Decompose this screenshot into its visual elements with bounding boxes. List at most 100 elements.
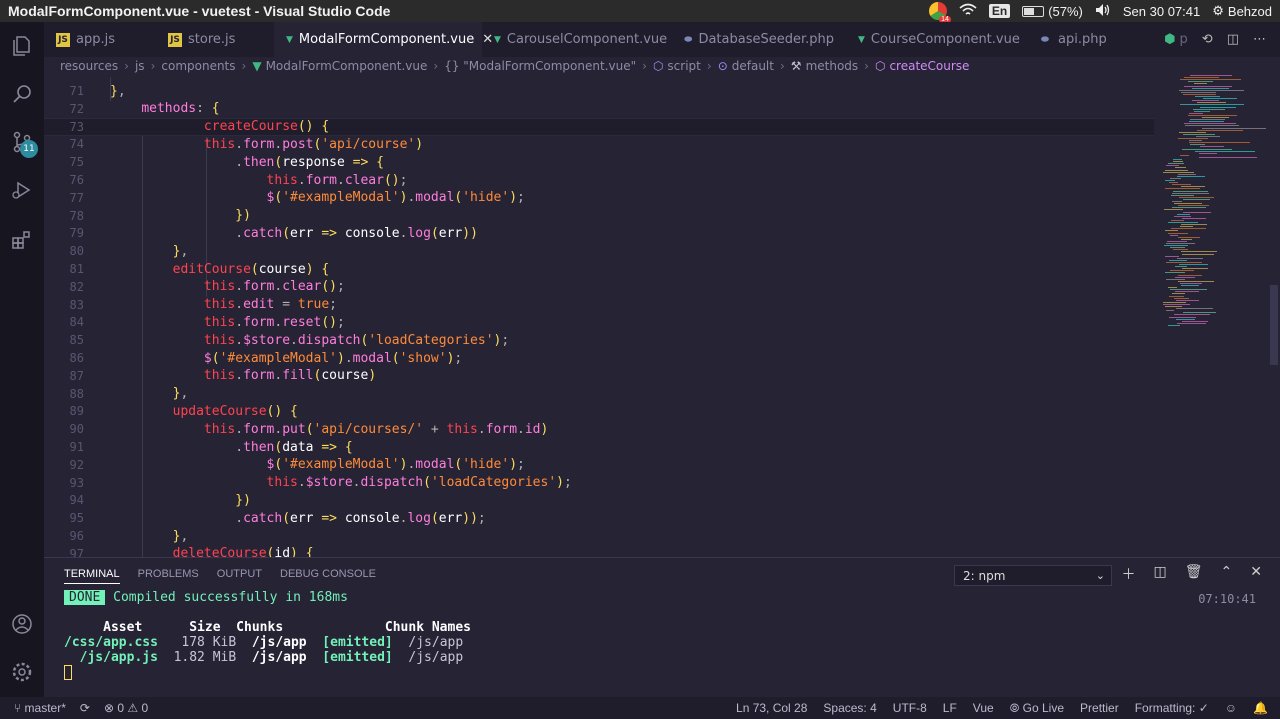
code-line[interactable]: 93 this.$store.dispatch('loadCategories'… (44, 474, 1154, 492)
tab-store-js[interactable]: JS store.js (156, 22, 274, 57)
tab-terminal[interactable]: TERMINAL (64, 568, 120, 584)
code-line[interactable]: 75 .then(response => { (44, 153, 1154, 171)
code-line[interactable]: 81 editCourse(course) { (44, 260, 1154, 278)
user-menu[interactable]: ⚙ Behzod (1212, 3, 1272, 19)
account-icon[interactable] (10, 612, 34, 636)
formatting-status[interactable]: Formatting: ✓ (1135, 701, 1209, 715)
code-line[interactable]: 72 methods: { (44, 100, 1154, 118)
code-text: }, (110, 83, 126, 99)
tab-carousel-component[interactable]: ▼ CarouselComponent.vue (482, 22, 672, 57)
indentation[interactable]: Spaces: 4 (823, 701, 876, 715)
code-line[interactable]: 74 this.form.post('api/course') (44, 135, 1154, 153)
chrome-icon[interactable]: 14 (928, 2, 951, 23)
terminal-output[interactable]: DONE Compiled successfully in 168ms Asse… (64, 590, 471, 680)
search-icon[interactable] (10, 82, 34, 106)
prettier-status[interactable]: Prettier (1080, 701, 1119, 715)
battery-indicator[interactable]: (57%) (1022, 4, 1083, 19)
code-line[interactable]: 91 .then(data => { (44, 438, 1154, 456)
code-line[interactable]: 71}, (44, 82, 1154, 100)
code-line[interactable]: 73 createCourse() { (44, 117, 1154, 136)
trash-icon[interactable]: 🗑 (1185, 564, 1203, 584)
breadcrumb-item[interactable]: createCourse (889, 59, 969, 73)
wifi-icon[interactable] (959, 3, 977, 20)
tab-output[interactable]: OUTPUT (217, 568, 262, 584)
notifications-icon[interactable]: 🔔 (1253, 701, 1268, 715)
compare-icon[interactable]: ⟲ (1202, 32, 1213, 47)
tab-debug-console[interactable]: DEBUG CONSOLE (280, 568, 376, 584)
new-terminal-icon[interactable]: ＋ (1122, 564, 1136, 584)
split-editor-icon[interactable]: ◫ (1227, 32, 1239, 47)
tab-api-php[interactable]: ⬬ api.php (1026, 22, 1126, 57)
line-number: 85 (69, 333, 84, 348)
code-line[interactable]: 95 .catch(err => console.log(err)); (44, 509, 1154, 527)
broadcast-icon: ⦾ (1009, 700, 1020, 715)
panel-tabs: TERMINAL PROBLEMS OUTPUT DEBUG CONSOLE (64, 568, 376, 584)
breadcrumb-item[interactable]: components (161, 59, 235, 73)
code-text: }, (172, 528, 189, 544)
method-icon: ⬡ (874, 59, 886, 73)
more-actions-icon[interactable]: ⋯ (1253, 32, 1266, 47)
code-line[interactable]: 86 $('#exampleModal').modal('show'); (44, 349, 1154, 367)
go-live-button[interactable]: ⦾ Go Live (1010, 701, 1064, 716)
feedback-icon[interactable]: ☺ (1225, 701, 1237, 715)
terminal-select[interactable]: 2: npm ⌄ (954, 565, 1112, 586)
tab-database-seeder[interactable]: ⬬ DatabaseSeeder.php (672, 22, 846, 57)
code-line[interactable]: 89 updateCourse() { (44, 402, 1154, 420)
code-line[interactable]: 96 }, (44, 527, 1154, 545)
code-line[interactable]: 77 $('#exampleModal').modal('hide'); (44, 189, 1154, 207)
code-line[interactable]: 85 this.$store.dispatch('loadCategories'… (44, 331, 1154, 349)
breadcrumb-item[interactable]: ModalFormComponent.vue (266, 59, 428, 73)
table-row: /css/app.css 178 KiB /js/app [emitted] /… (64, 635, 464, 650)
breadcrumb-item[interactable]: default (732, 59, 774, 73)
tab-course-component[interactable]: ▼ CourseComponent.vue (846, 22, 1026, 57)
code-line[interactable]: 76 this.form.clear(); (44, 171, 1154, 189)
eol[interactable]: LF (943, 701, 957, 715)
code-line[interactable]: 90 this.form.put('api/courses/' + this.f… (44, 420, 1154, 438)
extensions-icon[interactable] (10, 228, 34, 252)
branch-indicator[interactable]: ⑂ master* (14, 701, 66, 715)
run-debug-icon[interactable] (10, 178, 34, 202)
settings-gear-icon[interactable] (10, 660, 34, 684)
clock[interactable]: Sen 30 07:41 (1123, 4, 1200, 19)
problems-indicator[interactable]: ⊗ 0 ⚠ 0 (104, 701, 148, 715)
code-line[interactable]: 83 this.edit = true; (44, 296, 1154, 314)
code-line[interactable]: 79 .catch(err => console.log(err)) (44, 224, 1154, 242)
encoding[interactable]: UTF-8 (893, 701, 927, 715)
maximize-panel-icon[interactable]: ⌃ (1221, 564, 1233, 584)
code-line[interactable]: 84 this.form.reset(); (44, 313, 1154, 331)
overflow-tab[interactable]: ⬢ p (1164, 32, 1188, 47)
minimap-line (1189, 144, 1206, 146)
breadcrumb-item[interactable]: js (135, 59, 145, 73)
keyboard-layout[interactable]: En (988, 4, 1011, 18)
code-line[interactable]: 80 }, (44, 242, 1154, 260)
window-title: ModalFormComponent.vue - vuetest - Visua… (8, 3, 391, 19)
breadcrumb-item[interactable]: {} "ModalFormComponent.vue" (444, 59, 636, 73)
code-text: this.form.fill(course) (203, 368, 377, 384)
sync-icon[interactable]: ⟳ (80, 701, 90, 715)
code-editor[interactable]: 71}, 72 methods: {73 createCourse() {74 t… (44, 75, 1154, 557)
split-terminal-icon[interactable]: ◫ (1154, 564, 1167, 584)
line-number: 93 (69, 475, 84, 490)
breadcrumb-item[interactable]: script (667, 59, 700, 73)
editor-scrollbar[interactable] (1268, 75, 1280, 557)
code-line[interactable]: 78 }) (44, 207, 1154, 225)
breadcrumb-item[interactable]: resources (60, 59, 118, 73)
close-panel-icon[interactable]: ✕ (1250, 564, 1262, 584)
code-line[interactable]: 88 }, (44, 385, 1154, 403)
code-line[interactable]: 97 deleteCourse(id) { (44, 545, 1154, 557)
volume-icon[interactable] (1095, 3, 1111, 20)
tab-modal-form-component[interactable]: ▼ ModalFormComponent.vue ✕ (274, 22, 493, 57)
explorer-icon[interactable] (10, 34, 34, 58)
chevron-right-icon: › (150, 59, 156, 73)
breadcrumb-item[interactable]: methods (806, 59, 859, 73)
tab-problems[interactable]: PROBLEMS (138, 568, 199, 584)
language-mode[interactable]: Vue (973, 701, 994, 715)
js-file-icon: JS (56, 32, 70, 47)
code-line[interactable]: 82 this.form.clear(); (44, 278, 1154, 296)
code-line[interactable]: 92 $('#exampleModal').modal('hide'); (44, 456, 1154, 474)
cursor-position[interactable]: Ln 73, Col 28 (736, 701, 807, 715)
code-line[interactable]: 94 }) (44, 491, 1154, 509)
minimap[interactable] (1158, 75, 1268, 375)
tab-app-js[interactable]: JS app.js (44, 22, 156, 57)
code-line[interactable]: 87 this.form.fill(course) (44, 367, 1154, 385)
